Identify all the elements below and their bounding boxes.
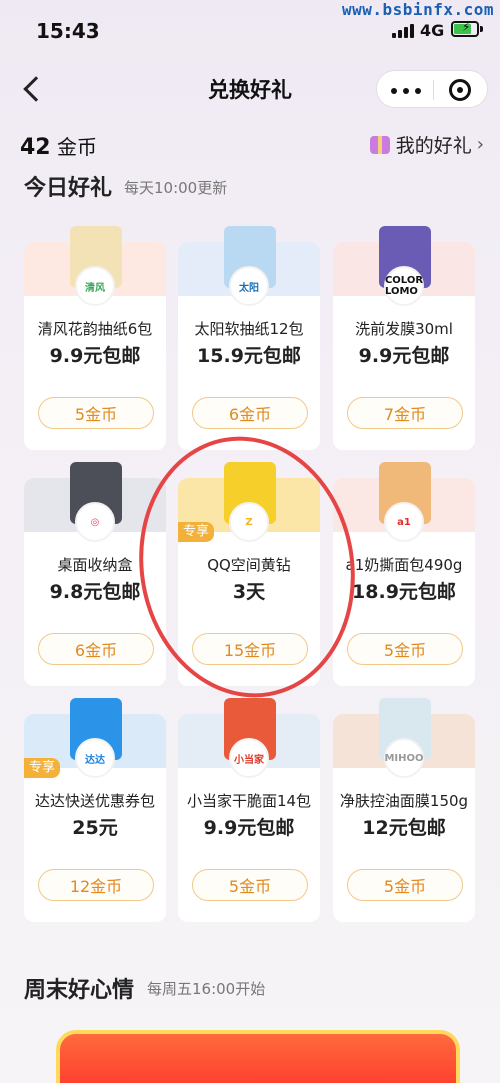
redeem-button[interactable]: 5金币 [347, 869, 463, 901]
redeem-button[interactable]: 5金币 [192, 869, 308, 901]
gift-card[interactable]: 太阳太阳软抽纸12包 15.9元包邮 6金币 [178, 226, 320, 450]
gift-price: 18.9元包邮 [352, 581, 456, 603]
coin-amount: 42 [20, 135, 51, 160]
watermark: www.bsbinfx.com [342, 0, 494, 19]
coin-balance: 42 金币 [20, 131, 97, 160]
redeem-button[interactable]: 7金币 [347, 397, 463, 429]
gift-price: 9.8元包邮 [49, 581, 141, 603]
gift-card[interactable]: COLOR LOMO 洗前发膜30ml 9.9元包邮 7金币 [333, 226, 475, 450]
gift-card[interactable]: MIHOO 净肤控油面膜150g 12元包邮 5金币 [333, 698, 475, 922]
my-gifts-link[interactable]: 我的好礼 › [369, 131, 484, 158]
exclusive-badge: 专享 [24, 758, 61, 778]
brand-logo: a1 [384, 502, 424, 542]
status-time: 15:43 [36, 19, 100, 43]
weekend-section-title: 周末好心情 [24, 978, 135, 1003]
gift-name: 太阳软抽纸12包 [194, 320, 304, 338]
close-target-icon[interactable] [449, 79, 471, 101]
gift-price: 3天 [232, 581, 266, 603]
chevron-right-icon: › [476, 134, 484, 155]
brand-logo: 清风 [75, 266, 115, 306]
today-section-subtitle: 每天10:00更新 [124, 179, 228, 197]
status-bar: 15:43 www.bsbinfx.com 4G ⚡ [0, 0, 500, 60]
gift-name: 净肤控油面膜150g [339, 792, 469, 810]
redeem-button[interactable]: 5金币 [38, 397, 154, 429]
gift-card[interactable]: ◎ 桌面收纳盒 9.8元包邮 6金币 [24, 462, 166, 686]
redeem-button[interactable]: 12金币 [38, 869, 154, 901]
redeem-button[interactable]: 15金币 [192, 633, 308, 665]
my-gifts-label: 我的好礼 [395, 135, 472, 157]
gift-price: 15.9元包邮 [197, 345, 301, 367]
gift-card[interactable]: 达达 专享达达快送优惠券包 25元 12金币 [24, 698, 166, 922]
gift-name: 清风花韵抽纸6包 [37, 320, 153, 338]
gift-price: 25元 [72, 817, 118, 839]
gift-card[interactable]: 清风清风花韵抽纸6包 9.9元包邮 5金币 [24, 226, 166, 450]
gift-price: 9.9元包邮 [49, 345, 141, 367]
gift-card[interactable]: a1 a1奶撕面包490g 18.9元包邮 5金币 [333, 462, 475, 686]
today-section-title: 今日好礼 [24, 176, 113, 201]
signal-icon [392, 24, 414, 38]
redeem-button[interactable]: 5金币 [347, 633, 463, 665]
gift-name: QQ空间黄钻 [207, 556, 291, 574]
more-icon[interactable] [391, 88, 421, 94]
capsule-divider [433, 80, 434, 100]
weekend-promo-banner[interactable] [56, 1030, 460, 1083]
brand-logo: ◎ [75, 502, 115, 542]
brand-logo: 达达 [75, 738, 115, 778]
weekend-section-subtitle: 每周五16:00开始 [147, 980, 266, 998]
network-type: 4G [420, 21, 445, 40]
gift-name: a1奶撕面包490g [345, 556, 463, 574]
brand-logo: 小当家 [229, 738, 269, 778]
gift-price: 9.9元包邮 [358, 345, 450, 367]
redeem-button[interactable]: 6金币 [192, 397, 308, 429]
brand-logo: COLOR LOMO [384, 266, 424, 306]
gift-name: 桌面收纳盒 [57, 556, 133, 574]
gift-price: 9.9元包邮 [203, 817, 295, 839]
brand-logo: MIHOO [384, 738, 424, 778]
brand-logo: 太阳 [229, 266, 269, 306]
gift-card[interactable]: Z 专享 QQ空间黄钻 3天 15金币 [178, 462, 320, 686]
miniprogram-capsule [376, 70, 488, 108]
gift-name: 达达快送优惠券包 [34, 792, 155, 810]
coin-unit: 金币 [56, 135, 97, 159]
battery-cap [480, 26, 483, 32]
gift-name: 小当家干脆面14包 [186, 792, 312, 810]
gift-name: 洗前发膜30ml [355, 320, 453, 338]
gift-icon [369, 135, 390, 154]
gift-price: 12元包邮 [362, 817, 446, 839]
battery-icon: ⚡ [451, 20, 479, 37]
redeem-button[interactable]: 6金币 [38, 633, 154, 665]
exclusive-badge: 专享 [178, 522, 215, 542]
brand-logo: Z [229, 502, 269, 542]
gift-card[interactable]: 小当家小当家干脆面14包 9.9元包邮 5金币 [178, 698, 320, 922]
